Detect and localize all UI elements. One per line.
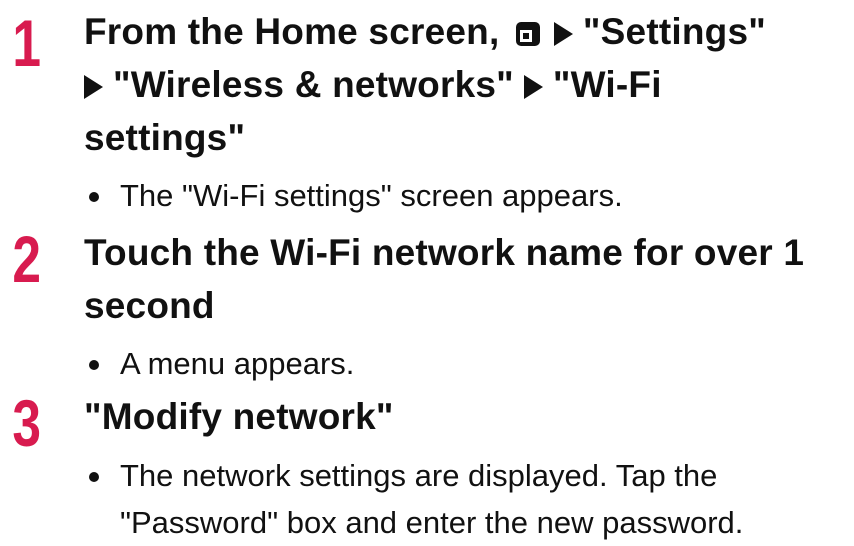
step-3-bullet-line-2: "Password" box and enter the new passwor… [120, 505, 744, 540]
arrow-icon [523, 75, 543, 99]
step-title-1-line-2: "Wireless & networks" "Wi-Fi [84, 58, 852, 111]
step-title-1-line-3: settings" [84, 111, 852, 164]
arrow-icon [553, 22, 573, 46]
step-title-2: Touch the Wi-Fi network name for over 1 … [84, 226, 852, 332]
step-3-bullet: The network settings are displayed. Tap … [86, 452, 826, 546]
step-title-1-line-1: From the Home screen, "Settings" [84, 5, 852, 58]
step-title-1-text-settings: "Settings" [582, 11, 766, 52]
step-1-bullet: The "Wi-Fi settings" screen appears. [86, 172, 826, 219]
step-3-bullet-line-1: The network settings are displayed. Tap … [120, 458, 718, 493]
step-number-3: 3 [12, 386, 42, 460]
menu-key-icon [515, 22, 540, 46]
step-title-1-text-home: From the Home screen, [84, 11, 500, 52]
step-1-bullet-text: The "Wi-Fi settings" screen appears. [120, 178, 623, 213]
bullet-dot-icon [89, 360, 99, 370]
step-title-1-text-wifi: "Wi-Fi [552, 64, 662, 105]
step-title-1-text-settings-end: settings" [84, 117, 246, 158]
step-title-1-text-wireless: "Wireless & networks" [113, 64, 514, 105]
step-title-1: From the Home screen, "Settings" "Wirele… [84, 5, 852, 164]
step-number-1: 1 [12, 6, 42, 80]
step-number-2: 2 [12, 222, 42, 296]
step-2-bullet-text: A menu appears. [120, 346, 355, 381]
arrow-icon [84, 75, 103, 99]
step-2-bullet: A menu appears. [86, 340, 826, 387]
step-title-2-line-1: Touch the Wi-Fi network name for over 1 [84, 232, 805, 273]
step-title-2-line-2: second [84, 285, 215, 326]
bullet-dot-icon [89, 192, 99, 202]
bullet-dot-icon [89, 472, 99, 482]
step-title-3: "Modify network" [84, 396, 394, 437]
